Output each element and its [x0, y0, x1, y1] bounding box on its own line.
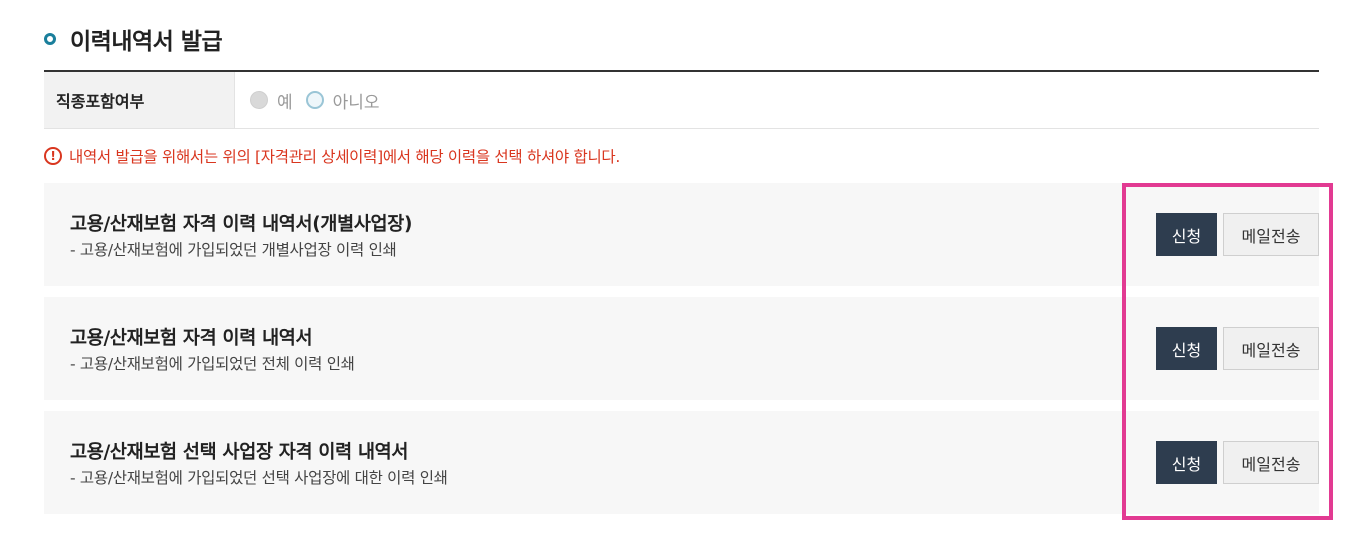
- job-type-label: 직종포함여부: [44, 72, 235, 128]
- document-row-all: 고용/산재보험 자격 이력 내역서 - 고용/산재보험에 가입되었던 전체 이력…: [44, 297, 1319, 400]
- email-send-button[interactable]: 메일전송: [1223, 327, 1319, 370]
- email-send-button[interactable]: 메일전송: [1223, 441, 1319, 484]
- radio-yes-label: 예: [277, 92, 293, 113]
- document-description: - 고용/산재보험에 가입되었던 전체 이력 인쇄: [70, 355, 355, 373]
- document-description: - 고용/산재보험에 가입되었던 선택 사업장에 대한 이력 인쇄: [70, 469, 448, 487]
- document-title: 고용/산재보험 선택 사업장 자격 이력 내역서: [70, 442, 409, 463]
- apply-button[interactable]: 신청: [1156, 441, 1217, 484]
- document-title: 고용/산재보험 자격 이력 내역서(개별사업장): [70, 214, 413, 235]
- section-header: 이력내역서 발급: [44, 22, 223, 56]
- email-send-button[interactable]: 메일전송: [1223, 213, 1319, 256]
- page-title: 이력내역서 발급: [70, 29, 223, 55]
- radio-no-label: 아니오: [332, 92, 380, 113]
- apply-button[interactable]: 신청: [1156, 213, 1217, 256]
- notice-message: ! 내역서 발급을 위해서는 위의 [자격관리 상세이력]에서 해당 이력을 선…: [44, 145, 620, 167]
- document-row-individual: 고용/산재보험 자격 이력 내역서(개별사업장) - 고용/산재보험에 가입되었…: [44, 183, 1319, 286]
- circle-bullet-icon: [44, 33, 56, 45]
- document-row-selected: 고용/산재보험 선택 사업장 자격 이력 내역서 - 고용/산재보험에 가입되었…: [44, 411, 1319, 514]
- radio-no[interactable]: [305, 91, 324, 109]
- radio-yes[interactable]: [250, 91, 268, 109]
- notice-text: 내역서 발급을 위해서는 위의 [자격관리 상세이력]에서 해당 이력을 선택 …: [69, 148, 620, 166]
- apply-button[interactable]: 신청: [1156, 327, 1217, 370]
- document-title: 고용/산재보험 자격 이력 내역서: [70, 328, 313, 349]
- exclamation-circle-icon: !: [44, 147, 62, 165]
- job-type-radio-group: 예 아니오: [235, 72, 393, 128]
- document-description: - 고용/산재보험에 가입되었던 개별사업장 이력 인쇄: [70, 241, 397, 259]
- job-type-option-row: 직종포함여부 예 아니오: [44, 70, 1319, 129]
